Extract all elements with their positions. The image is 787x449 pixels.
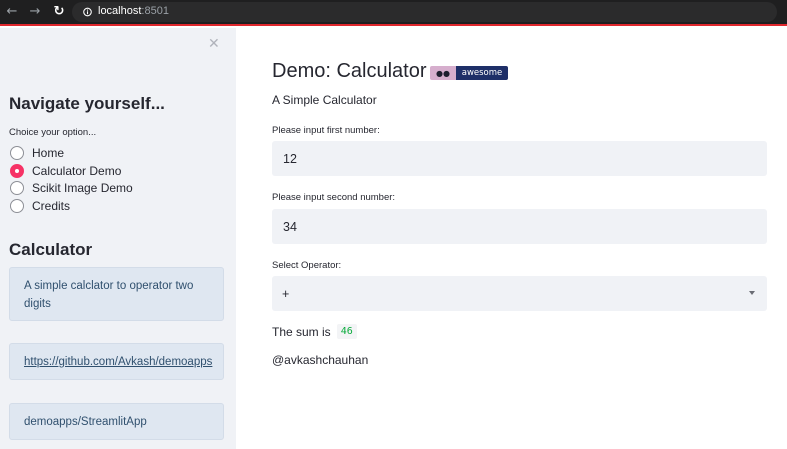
github-link[interactable]: https://github.com/Avkash/demoapps — [24, 356, 212, 368]
radio-button[interactable] — [10, 199, 24, 213]
second-number-input[interactable]: 34 — [272, 209, 767, 244]
browser-toolbar: ← → ↻ localhost:8501 — [0, 0, 787, 26]
first-number-label: Please input first number: — [272, 125, 380, 136]
main-content: Demo: Calculator ●● awesome A Simple Cal… — [236, 28, 787, 449]
sunglasses-icon: ●● — [430, 66, 456, 80]
calculator-heading: Calculator — [9, 240, 93, 259]
radio-option-label: Credits — [32, 199, 71, 213]
operator-selected-value: + — [282, 286, 290, 301]
badge-text: awesome — [456, 66, 508, 80]
sidebar-heading: Navigate yourself... — [9, 94, 165, 113]
sidebar: ✕ Navigate yourself... Choice your optio… — [0, 28, 236, 449]
result-line: The sum is 46 — [272, 324, 357, 339]
awesome-badge[interactable]: ●● awesome — [430, 66, 508, 80]
result-prefix: The sum is — [272, 324, 331, 339]
radio-option-label: Home — [32, 146, 65, 160]
info-box-description: A simple calclator to operator two digit… — [9, 267, 224, 321]
forward-arrow-icon[interactable]: → — [27, 4, 43, 20]
reload-icon[interactable]: ↻ — [51, 4, 67, 20]
repo-path-text: demoapps/StreamlitApp — [24, 416, 147, 428]
radio-button-selected[interactable] — [10, 164, 24, 178]
radio-button[interactable] — [10, 181, 24, 195]
url-port: :8501 — [141, 5, 169, 17]
url-host: localhost — [98, 5, 142, 17]
info-box-repo-path: demoapps/StreamlitApp — [9, 403, 224, 440]
first-number-value: 12 — [283, 151, 297, 166]
radio-option-credits[interactable]: Credits — [10, 198, 70, 214]
radio-option-label: Calculator Demo — [32, 164, 122, 178]
info-icon[interactable] — [83, 7, 92, 17]
radio-option-scikit-image-demo[interactable]: Scikit Image Demo — [10, 180, 133, 196]
back-arrow-icon[interactable]: ← — [4, 4, 20, 20]
first-number-input[interactable]: 12 — [272, 141, 767, 176]
chevron-down-icon[interactable] — [749, 291, 755, 295]
page-subtitle: A Simple Calculator — [272, 93, 377, 107]
author-handle: @avkashchauhan — [272, 353, 369, 367]
description-text: A simple calclator to operator two digit… — [24, 280, 194, 310]
close-icon[interactable]: ✕ — [208, 36, 220, 52]
operator-select[interactable]: + — [272, 276, 767, 311]
radio-option-calculator-demo[interactable]: Calculator Demo — [10, 163, 121, 179]
radio-group-label: Choice your option... — [9, 127, 97, 138]
radio-button[interactable] — [10, 146, 24, 160]
url-text: localhost:8501 — [98, 5, 169, 17]
result-value: 46 — [336, 324, 357, 339]
address-bar[interactable]: localhost:8501 — [72, 2, 777, 22]
second-number-value: 34 — [283, 219, 297, 234]
info-box-github-link: https://github.com/Avkash/demoapps — [9, 343, 224, 380]
radio-option-home[interactable]: Home — [10, 145, 64, 161]
operator-label: Select Operator: — [272, 260, 342, 271]
radio-option-label: Scikit Image Demo — [32, 181, 133, 195]
page-title: Demo: Calculator — [272, 60, 427, 82]
second-number-label: Please input second number: — [272, 192, 396, 203]
